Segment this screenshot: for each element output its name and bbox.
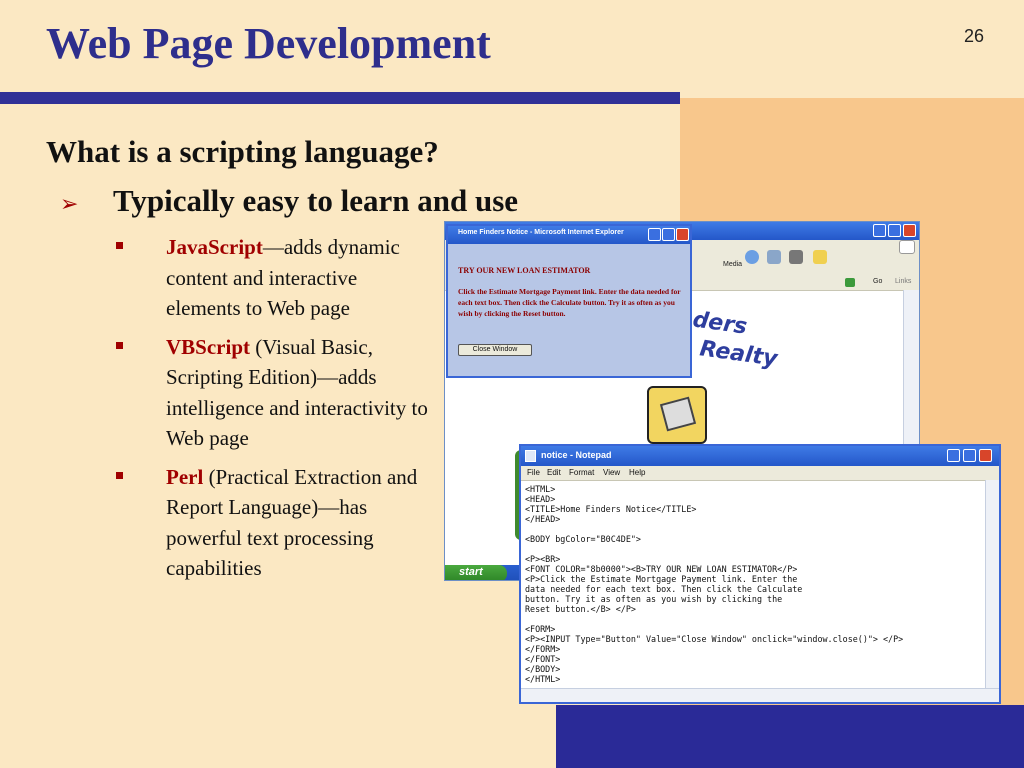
notepad-text-area[interactable]: <HTML> <HEAD> <TITLE>Home Finders Notice… xyxy=(525,484,981,684)
menu-view[interactable]: View xyxy=(603,468,620,477)
bullet-perl: Perl (Practical Extraction and Report La… xyxy=(116,462,436,584)
close-icon[interactable] xyxy=(903,224,916,237)
maximize-icon[interactable] xyxy=(662,228,675,241)
notepad-vertical-scrollbar[interactable] xyxy=(985,480,999,688)
maximize-icon[interactable] xyxy=(963,449,976,462)
bullet-vbscript: VBScript (Visual Basic, Scripting Editio… xyxy=(116,332,436,454)
menu-edit[interactable]: Edit xyxy=(547,468,561,477)
start-label[interactable]: start xyxy=(459,566,483,578)
slide-sub-heading: Typically easy to learn and use xyxy=(113,183,519,218)
close-window-button[interactable]: Close Window xyxy=(458,344,532,356)
square-bullet-icon xyxy=(116,242,123,249)
bullet-term: Perl xyxy=(166,464,204,489)
calculator-icon[interactable] xyxy=(647,386,707,444)
go-button[interactable]: Go xyxy=(873,278,882,285)
bottom-accent-bar xyxy=(556,705,1024,768)
slide-number: 26 xyxy=(963,26,984,46)
arrow-bullet-icon: ➢ xyxy=(60,192,79,217)
minimize-icon[interactable] xyxy=(947,449,960,462)
notepad-horizontal-scrollbar[interactable] xyxy=(521,688,999,702)
windows-logo-icon xyxy=(899,240,915,254)
notepad-icon xyxy=(525,450,536,462)
bullet-text: (Practical Extraction and Report Languag… xyxy=(166,464,418,581)
notepad-title: notice - Notepad xyxy=(541,450,612,460)
square-bullet-icon xyxy=(116,341,123,349)
notepad-window: notice - Notepad File Edit Format View H… xyxy=(519,444,1001,704)
close-icon[interactable] xyxy=(979,449,992,462)
menu-format[interactable]: Format xyxy=(569,468,594,477)
print-icon[interactable] xyxy=(789,250,803,264)
minimize-icon[interactable] xyxy=(873,224,886,237)
minimize-icon[interactable] xyxy=(648,228,661,241)
notice-dialog: Home Finders Notice - Microsoft Internet… xyxy=(446,224,692,378)
links-button[interactable]: Links xyxy=(895,278,911,285)
menu-help[interactable]: Help xyxy=(629,468,645,477)
slide-title: Web Page Development xyxy=(46,19,491,68)
title-underline-bar xyxy=(0,92,680,104)
go-arrow-icon[interactable] xyxy=(845,278,855,287)
dialog-title: Home Finders Notice - Microsoft Internet… xyxy=(458,229,624,236)
slide-heading: What is a scripting language? xyxy=(46,134,439,169)
bullet-term: VBScript xyxy=(166,334,250,359)
media-button[interactable]: Media xyxy=(723,261,742,268)
dialog-heading: TRY OUR NEW LOAN ESTIMATOR xyxy=(458,266,591,275)
bullet-javascript: JavaScript—adds dynamic content and inte… xyxy=(116,232,436,324)
history-icon[interactable] xyxy=(745,250,759,264)
mail-icon[interactable] xyxy=(767,250,781,264)
menu-file[interactable]: File xyxy=(527,468,540,477)
maximize-icon[interactable] xyxy=(888,224,901,237)
bullet-list: JavaScript—adds dynamic content and inte… xyxy=(116,232,436,592)
folder-icon[interactable] xyxy=(813,250,827,264)
close-icon[interactable] xyxy=(676,228,689,241)
bullet-term: JavaScript xyxy=(166,235,263,259)
square-bullet-icon xyxy=(116,471,123,479)
dialog-body: Click the Estimate Mortgage Payment link… xyxy=(458,287,681,318)
